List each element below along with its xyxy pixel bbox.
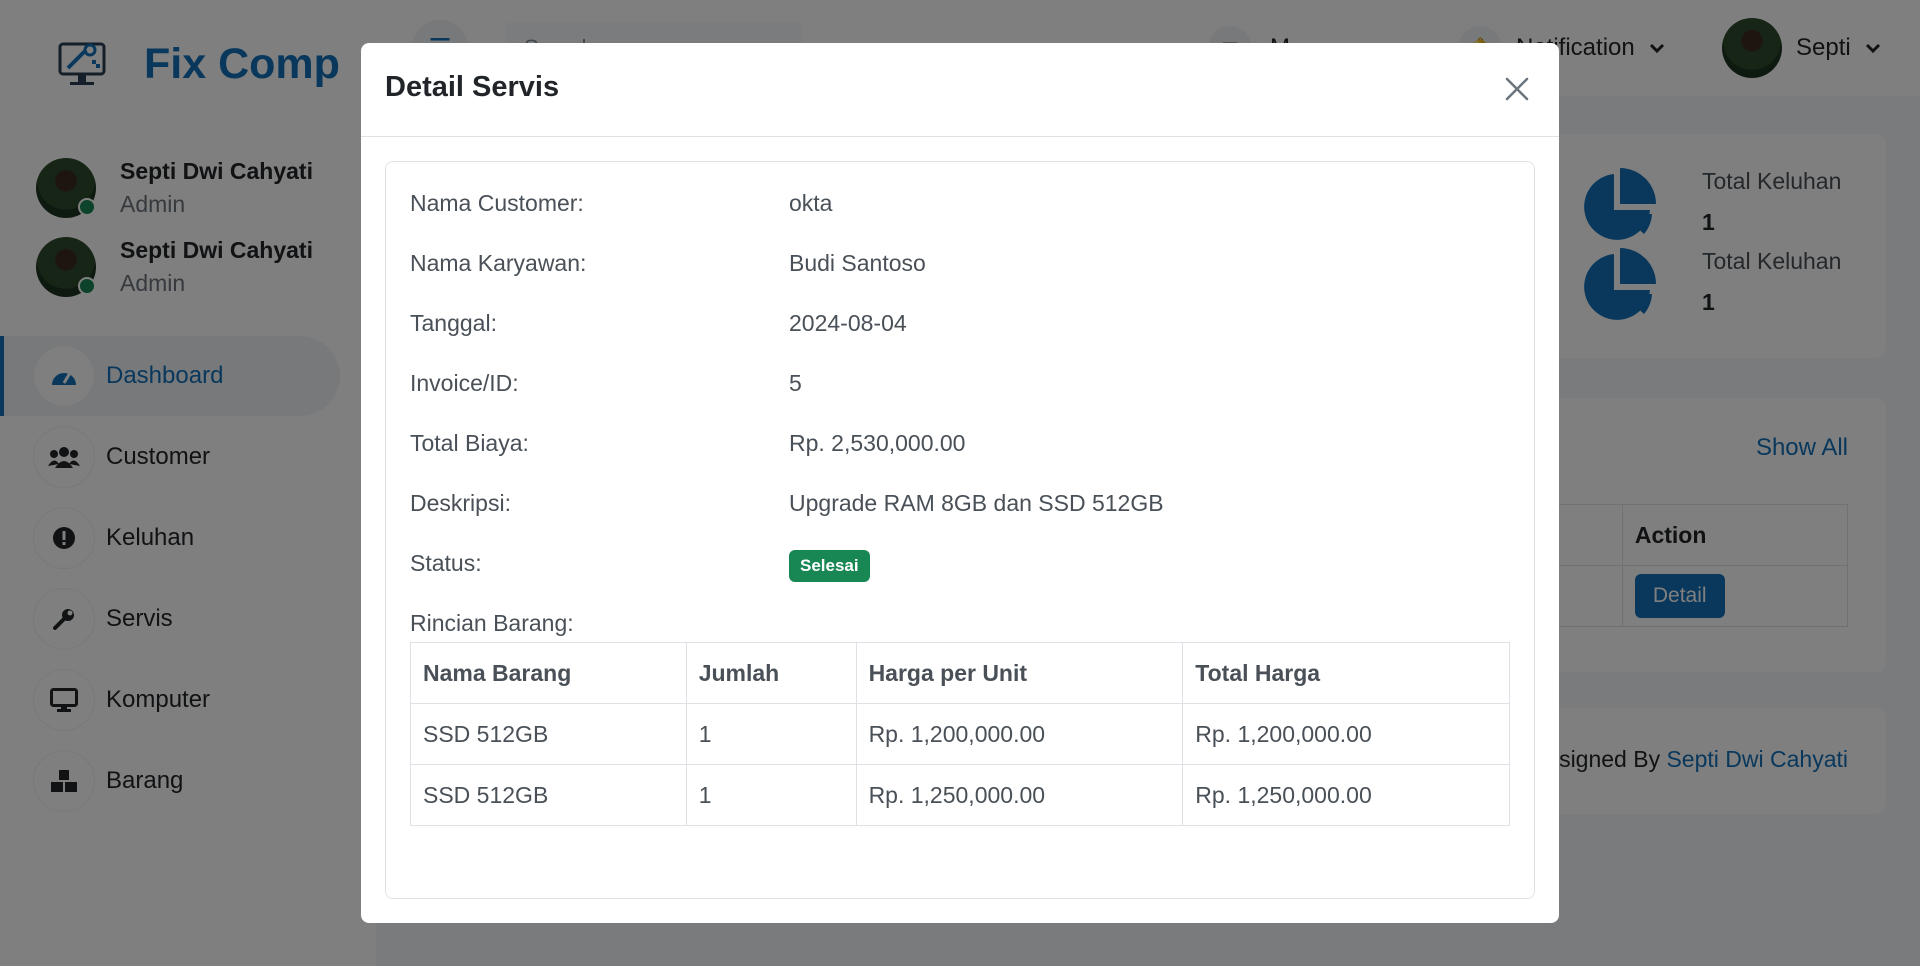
field-label: Status:: [410, 550, 482, 576]
modal-body: Nama Customer: okta Nama Karyawan: Budi …: [385, 161, 1535, 899]
items-heading: Rincian Barang:: [410, 610, 574, 637]
field-value: okta: [789, 190, 833, 216]
field-value: Rp. 2,530,000.00: [789, 430, 966, 456]
detail-row-invoice: Invoice/ID: 5: [410, 370, 802, 397]
field-value: Budi Santoso: [789, 250, 926, 276]
column-header: Nama Barang: [410, 642, 687, 704]
table-row: SSD 512GB 1 Rp. 1,250,000.00 Rp. 1,250,0…: [410, 764, 1510, 826]
field-label: Nama Karyawan:: [410, 250, 587, 276]
table-cell: 1: [685, 703, 857, 765]
field-label: Total Biaya:: [410, 430, 529, 456]
field-value: 5: [789, 370, 802, 396]
field-label: Invoice/ID:: [410, 370, 519, 396]
table-cell: Rp. 1,200,000.00: [855, 703, 1184, 765]
table-cell: Rp. 1,250,000.00: [1182, 764, 1510, 826]
field-label: Nama Customer:: [410, 190, 584, 216]
close-icon: [1505, 77, 1529, 101]
table-cell: 1: [685, 764, 857, 826]
modal-header: Detail Servis: [361, 43, 1559, 137]
detail-servis-modal: Detail Servis Nama Customer: okta Nama K…: [361, 43, 1559, 923]
column-header: Jumlah: [685, 642, 857, 704]
detail-row-customer: Nama Customer: okta: [410, 190, 832, 217]
status-badge: Selesai: [789, 550, 870, 582]
field-label: Deskripsi:: [410, 490, 511, 516]
column-header: Harga per Unit: [855, 642, 1184, 704]
detail-row-total-biaya: Total Biaya: Rp. 2,530,000.00: [410, 430, 965, 457]
items-label: Rincian Barang:: [410, 610, 574, 636]
detail-row-karyawan: Nama Karyawan: Budi Santoso: [410, 250, 926, 277]
detail-row-tanggal: Tanggal: 2024-08-04: [410, 310, 907, 337]
items-table: Nama Barang Jumlah Harga per Unit Total …: [410, 642, 1510, 826]
field-value: Upgrade RAM 8GB dan SSD 512GB: [789, 490, 1164, 516]
table-row: SSD 512GB 1 Rp. 1,200,000.00 Rp. 1,200,0…: [410, 703, 1510, 765]
field-label: Tanggal:: [410, 310, 497, 336]
table-cell: Rp. 1,200,000.00: [1182, 703, 1510, 765]
table-cell: SSD 512GB: [410, 703, 687, 765]
table-cell: SSD 512GB: [410, 764, 687, 826]
close-button[interactable]: [1495, 67, 1539, 111]
modal-title: Detail Servis: [385, 71, 560, 103]
table-header-row: Nama Barang Jumlah Harga per Unit Total …: [410, 642, 1510, 704]
field-value: 2024-08-04: [789, 310, 907, 336]
detail-row-deskripsi: Deskripsi: Upgrade RAM 8GB dan SSD 512GB: [410, 490, 1164, 517]
column-header: Total Harga: [1182, 642, 1510, 704]
table-cell: Rp. 1,250,000.00: [855, 764, 1184, 826]
detail-row-status: Status: Selesai: [410, 550, 870, 582]
